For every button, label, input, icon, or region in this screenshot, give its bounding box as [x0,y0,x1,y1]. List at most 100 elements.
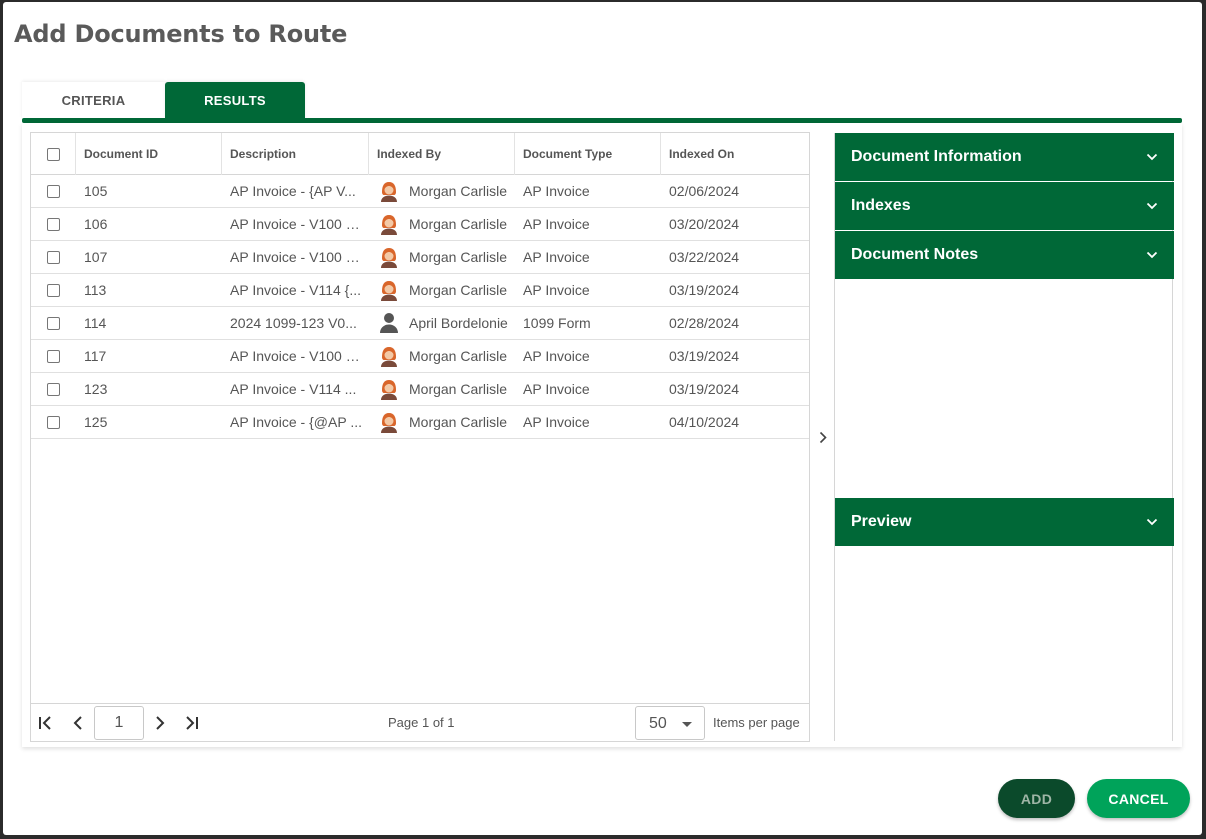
cell-indexed-on: 02/28/2024 [669,315,740,331]
description-text: AP Invoice - {@AP ... [230,414,362,430]
chevron-down-icon [1146,518,1158,526]
cell-document-type: AP Invoice [523,216,590,232]
results-panel: Document ID Description Indexed By Docum… [22,123,1182,747]
cell-document-type: AP Invoice [523,414,590,430]
cell-document-id: 125 [84,414,108,430]
description-text: AP Invoice - {AP V... [230,183,356,199]
items-per-page-select[interactable]: 50 [635,706,705,740]
column-header-document-id[interactable]: Document ID [76,133,222,175]
cell-indexed-by: Morgan Carlisle [369,274,515,306]
indexed-by-name: Morgan Carlisle [409,414,508,430]
cell-document-type: AP Invoice [523,249,590,265]
grid-header: Document ID Description Indexed By Docum… [31,133,809,175]
cancel-button[interactable]: CANCEL [1087,779,1190,818]
row-checkbox[interactable] [47,349,60,363]
description-text: AP Invoice - V114 ... [230,381,357,397]
accordion-indexes[interactable]: Indexes [835,182,1174,230]
caret-down-icon [682,722,692,727]
cell-indexed-by: Morgan Carlisle [369,406,515,438]
cell-description: AP Invoice - V114 ... [222,373,369,405]
accordion-label: Document Information [851,148,1022,165]
row-checkbox[interactable] [47,283,60,297]
cell-indexed-by: Morgan Carlisle [369,175,515,207]
row-checkbox[interactable] [47,217,60,231]
row-checkbox[interactable] [47,415,60,429]
cell-description: AP Invoice - {AP V... [222,175,369,207]
cell-indexed-by: Morgan Carlisle [369,241,515,273]
column-header-document-type[interactable]: Document Type [515,133,661,175]
table-row[interactable]: 123 AP Invoice - V114 ... Morgan Carlisle A… [31,373,809,406]
accordion-label: Document Notes [851,246,979,263]
page-info: Page 1 of 1 [388,715,455,730]
cell-document-type: AP Invoice [523,282,590,298]
cell-description: AP Invoice - V100 {... [222,208,369,240]
accordion-document-notes[interactable]: Document Notes [835,231,1174,279]
cell-indexed-on: 03/20/2024 [669,216,740,232]
accordion-document-information[interactable]: Document Information [835,133,1174,181]
table-row[interactable]: 113 AP Invoice - V114 {... Morgan Carlisle… [31,274,809,307]
description-text: 2024 1099-123 V0... [230,315,357,331]
cell-indexed-on: 02/06/2024 [669,183,740,199]
cell-indexed-by: Morgan Carlisle [369,340,515,372]
column-header-indexed-by[interactable]: Indexed By [369,133,515,175]
table-row[interactable]: 107 AP Invoice - V100 {... Morgan Carlisle… [31,241,809,274]
indexed-by-name: Morgan Carlisle [409,381,508,397]
tab-results[interactable]: RESULTS [165,82,305,119]
page-number-input[interactable]: 1 [94,706,144,740]
row-select-cell [31,406,76,438]
last-page-button[interactable] [181,713,201,733]
accordion-preview[interactable]: Preview [835,498,1174,546]
cell-indexed-by: April Bordelonie [369,307,515,339]
chevron-left-icon [73,716,82,730]
cell-document-id: 107 [84,249,108,265]
cell-document-id: 113 [84,282,107,298]
grid-rows: 105 AP Invoice - {AP V... Morgan Carlisle A… [31,175,809,439]
row-select-cell [31,307,76,339]
tab-criteria[interactable]: CRITERIA [22,82,165,119]
row-select-cell [31,340,76,372]
cell-description: AP Invoice - V100 {... [222,340,369,372]
row-checkbox[interactable] [47,316,60,330]
document-details-panel: Document Information Indexes Document No… [834,133,1174,741]
cell-document-id: 117 [84,348,107,364]
accordion-label: Preview [851,513,912,530]
row-checkbox[interactable] [47,382,60,396]
cell-indexed-on: 04/10/2024 [669,414,740,430]
table-row[interactable]: 114 2024 1099-123 V0... April Bordelonie 10… [31,307,809,340]
cell-indexed-by: Morgan Carlisle [369,208,515,240]
column-header-description[interactable]: Description [222,133,369,175]
description-text: AP Invoice - V100 {... [230,249,362,265]
first-page-button[interactable] [36,713,56,733]
female-avatar-icon [379,246,399,268]
expand-panel-button[interactable] [816,429,830,445]
table-row[interactable]: 125 AP Invoice - {@AP ... Morgan Carlisle A… [31,406,809,439]
cell-document-type: 1099 Form [523,315,591,331]
add-documents-dialog: Add Documents to Route CRITERIA RESULTS … [3,2,1202,835]
row-checkbox[interactable] [47,250,60,264]
table-row[interactable]: 105 AP Invoice - {AP V... Morgan Carlisle A… [31,175,809,208]
indexed-by-name: Morgan Carlisle [409,249,508,265]
row-checkbox[interactable] [47,184,60,198]
cell-indexed-on: 03/19/2024 [669,282,740,298]
cell-indexed-by: Morgan Carlisle [369,373,515,405]
previous-page-button[interactable] [68,713,88,733]
female-avatar-icon [379,279,399,301]
table-row[interactable]: 106 AP Invoice - V100 {... Morgan Carlisle… [31,208,809,241]
cell-document-id: 105 [84,183,108,199]
description-text: AP Invoice - V114 {... [230,282,362,298]
cell-document-id: 114 [84,315,107,331]
indexed-by-name: Morgan Carlisle [409,282,508,298]
header-select-all [31,133,76,175]
pager: 1 Page 1 of 1 50 Items per page [31,703,809,741]
items-per-page-value: 50 [649,715,667,732]
cell-indexed-on: 03/19/2024 [669,381,740,397]
description-text: AP Invoice - V100 {... [230,348,362,364]
row-select-cell [31,373,76,405]
table-row[interactable]: 117 AP Invoice - V100 {... Morgan Carlisle… [31,340,809,373]
generic-user-icon [379,312,399,334]
add-button[interactable]: ADD [998,779,1075,818]
select-all-checkbox[interactable] [46,147,60,161]
cell-document-type: AP Invoice [523,348,590,364]
column-header-indexed-on[interactable]: Indexed On [661,133,809,175]
next-page-button[interactable] [150,713,170,733]
